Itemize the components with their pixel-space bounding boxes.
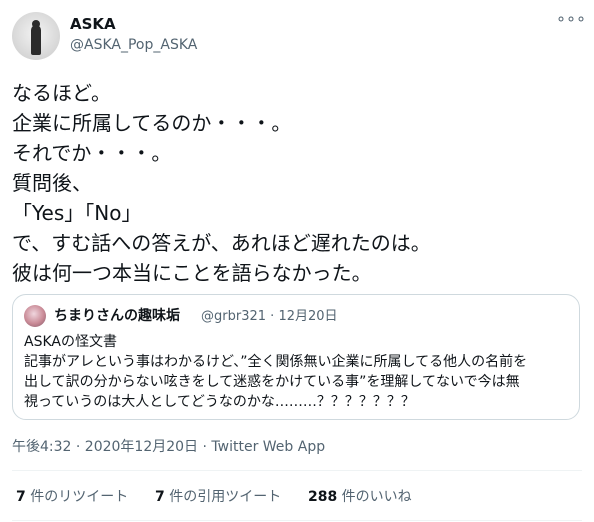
- author-avatar[interactable]: [12, 12, 60, 60]
- more-dots-icon[interactable]: ∘∘∘: [556, 11, 586, 28]
- quote-tweets-stat[interactable]: 7 件の引用ツイート: [155, 485, 281, 509]
- quoted-tweet-meta: @grbr321 · 12月20日: [201, 307, 338, 327]
- quoted-tweet-text: ASKAの怪文書 記事がアレという事はわかるけど、”全く関係無い企業に所属してる…: [24, 334, 528, 410]
- retweets-label: 件のリツイート: [25, 489, 129, 505]
- quoted-tweet-date: 12月20日: [278, 309, 338, 324]
- likes-stat[interactable]: 288 件のいいね: [308, 485, 412, 509]
- author-handle[interactable]: @ASKA_Pop_ASKA: [70, 36, 197, 54]
- tweet-timestamp[interactable]: 午後4:32 · 2020年12月20日 · Twitter Web App: [12, 437, 325, 457]
- likes-count: 288: [308, 489, 338, 505]
- likes-label: 件のいいね: [337, 489, 412, 505]
- author-display-name[interactable]: ASKA: [70, 15, 116, 33]
- quoted-tweet-card[interactable]: ちまりさんの趣味垢 @grbr321 · 12月20日 ASKAの怪文書 記事が…: [12, 294, 580, 420]
- quotes-label: 件の引用ツイート: [164, 489, 282, 505]
- divider-bottom: [12, 520, 582, 521]
- quoted-author-avatar: [24, 305, 46, 327]
- avatar-silhouette-body: [31, 25, 41, 55]
- quoted-author-handle: @grbr321: [201, 309, 267, 324]
- meta-separator: ·: [270, 309, 275, 324]
- tweet-detail: ASKA @ASKA_Pop_ASKA ∘∘∘ なるほど。 企業に所属してるのか…: [0, 0, 594, 522]
- retweets-stat[interactable]: 7 件のリツイート: [16, 485, 128, 509]
- tweet-header: ASKA @ASKA_Pop_ASKA ∘∘∘: [12, 8, 586, 60]
- quotes-count: 7: [155, 489, 165, 505]
- quoted-author-display-name: ちまりさんの趣味垢: [54, 308, 180, 324]
- tweet-text: なるほど。 企業に所属してるのか・・・。 それでか・・・。 質問後、 「Yes」…: [12, 81, 431, 285]
- retweets-count: 7: [16, 489, 26, 505]
- divider-top: [12, 470, 582, 471]
